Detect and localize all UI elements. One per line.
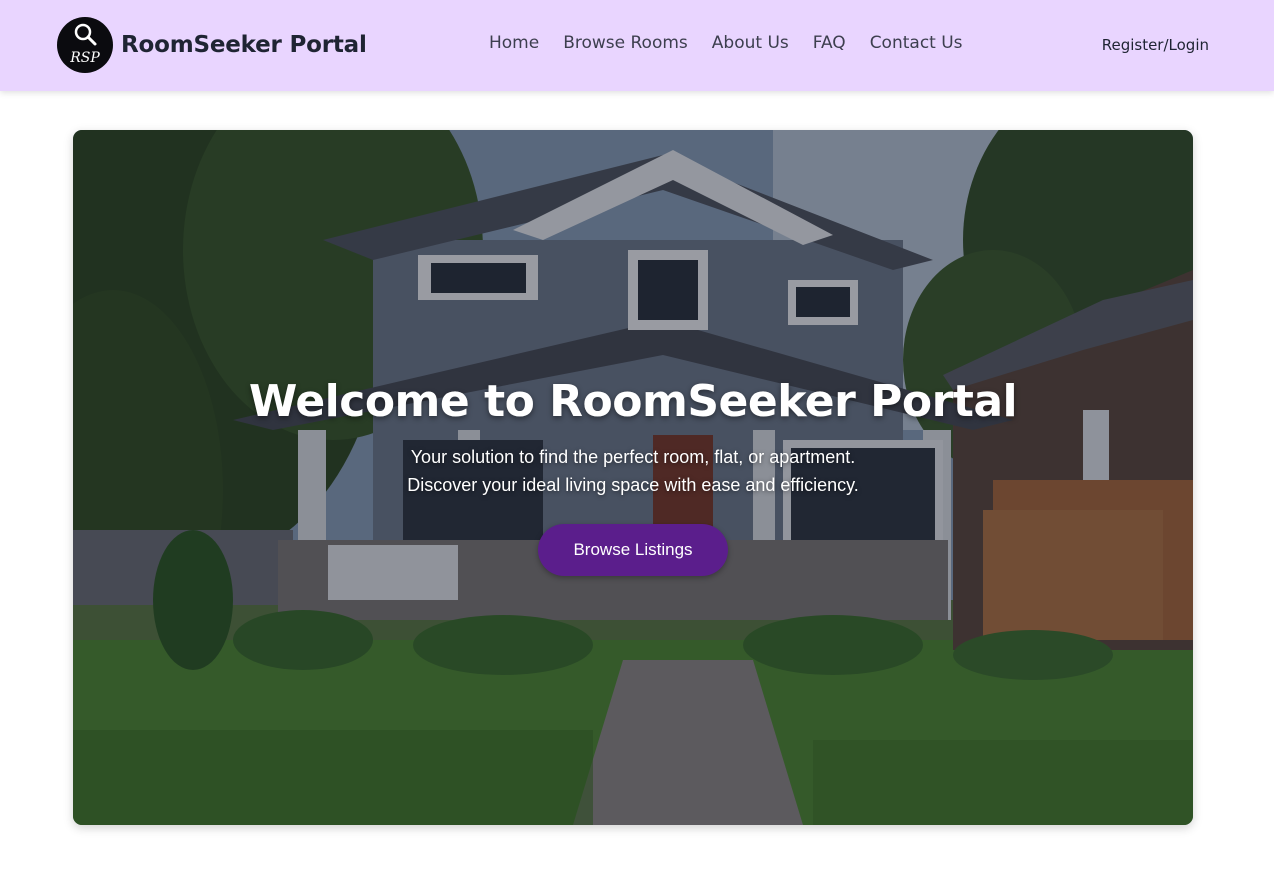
hero-banner: Welcome to RoomSeeker Portal Your soluti… (73, 130, 1193, 825)
nav-browse-rooms[interactable]: Browse Rooms (563, 33, 688, 53)
main-nav: Home Browse Rooms About Us FAQ Contact U… (489, 33, 987, 53)
hero-subtitle-line2: Discover your ideal living space with ea… (407, 475, 859, 495)
hero-title: Welcome to RoomSeeker Portal (248, 376, 1018, 427)
brand-name[interactable]: RoomSeeker Portal (121, 32, 367, 58)
browse-listings-button[interactable]: Browse Listings (538, 524, 728, 576)
nav-faq[interactable]: FAQ (813, 33, 846, 53)
nav-about-us[interactable]: About Us (712, 33, 789, 53)
top-navbar: RSP RoomSeeker Portal Home Browse Rooms … (0, 0, 1274, 91)
logo-icon[interactable]: RSP (57, 17, 113, 73)
hero-subtitle-line1: Your solution to find the perfect room, … (410, 447, 856, 467)
svg-text:RSP: RSP (69, 50, 100, 66)
nav-home[interactable]: Home (489, 33, 539, 53)
register-login-link[interactable]: Register/Login (1102, 36, 1209, 54)
nav-contact-us[interactable]: Contact Us (870, 33, 963, 53)
hero-content: Welcome to RoomSeeker Portal Your soluti… (73, 130, 1193, 825)
brand[interactable]: RSP RoomSeeker Portal (57, 17, 367, 73)
